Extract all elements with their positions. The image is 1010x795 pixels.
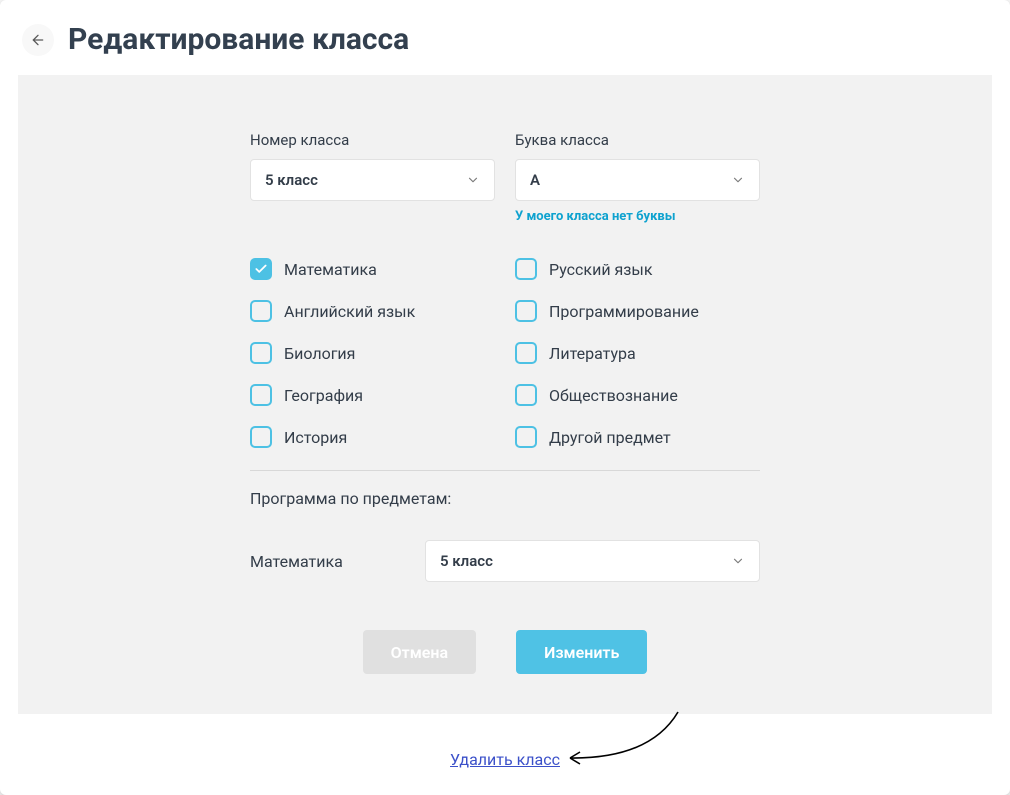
subject-label: Другой предмет xyxy=(549,428,671,447)
class-number-select[interactable]: 5 класс xyxy=(250,159,495,201)
subjects-grid: Математика Русский язык Английский язык Про… xyxy=(250,258,760,448)
divider xyxy=(250,470,760,471)
checkbox-box xyxy=(250,342,272,364)
arrow-left-icon xyxy=(30,32,46,48)
page: Редактирование класса Номер класса 5 кла… xyxy=(0,0,1010,795)
delete-class-link[interactable]: Удалить класс xyxy=(450,750,560,769)
subject-checkbox-programming[interactable]: Программирование xyxy=(515,300,760,322)
back-button[interactable] xyxy=(22,24,54,56)
no-letter-link[interactable]: У моего класса нет буквы xyxy=(515,209,760,224)
subject-label: Русский язык xyxy=(549,260,653,279)
checkbox-box xyxy=(250,384,272,406)
program-rows: Математика 5 класс xyxy=(250,540,760,582)
subject-checkbox-geography[interactable]: География xyxy=(250,384,495,406)
checkbox-box xyxy=(250,258,272,280)
subject-label: Обществознание xyxy=(549,386,678,405)
submit-button[interactable]: Изменить xyxy=(516,630,647,674)
subject-checkbox-social[interactable]: Обществознание xyxy=(515,384,760,406)
program-level-select[interactable]: 5 класс xyxy=(425,540,760,582)
form-actions: Отмена Изменить xyxy=(250,630,760,674)
checkbox-box xyxy=(515,384,537,406)
checkbox-box xyxy=(515,342,537,364)
subject-checkbox-literature[interactable]: Литература xyxy=(515,342,760,364)
class-number-value: 5 класс xyxy=(265,171,318,189)
class-fields-row: Номер класса 5 класс Буква класса А xyxy=(250,131,760,224)
subject-checkbox-russian[interactable]: Русский язык xyxy=(515,258,760,280)
program-level-value: 5 класс xyxy=(440,552,493,570)
cancel-button[interactable]: Отмена xyxy=(363,630,476,674)
class-number-field: Номер класса 5 класс xyxy=(250,131,495,224)
form-panel: Номер класса 5 класс Буква класса А xyxy=(18,75,992,714)
class-letter-label: Буква класса xyxy=(515,131,760,149)
class-number-label: Номер класса xyxy=(250,131,495,149)
page-title: Редактирование класса xyxy=(68,22,409,57)
checkbox-box xyxy=(515,258,537,280)
class-letter-select[interactable]: А xyxy=(515,159,760,201)
annotation-arrow-icon xyxy=(560,704,690,774)
program-subject-label: Математика xyxy=(250,552,405,571)
subject-label: История xyxy=(284,428,347,447)
subject-label: География xyxy=(284,386,363,405)
chevron-down-icon xyxy=(731,173,745,187)
subject-label: Английский язык xyxy=(284,302,415,321)
form-inner: Номер класса 5 класс Буква класса А xyxy=(250,131,760,674)
subject-label: Программирование xyxy=(549,302,699,321)
checkbox-box xyxy=(250,426,272,448)
subject-checkbox-biology[interactable]: Биология xyxy=(250,342,495,364)
checkbox-box xyxy=(515,426,537,448)
program-row: Математика 5 класс xyxy=(250,540,760,582)
subject-label: Биология xyxy=(284,344,355,363)
delete-area: Удалить класс xyxy=(0,750,1010,769)
subject-label: Литература xyxy=(549,344,636,363)
subject-label: Математика xyxy=(284,260,377,279)
page-header: Редактирование класса xyxy=(0,0,1010,75)
subject-checkbox-other[interactable]: Другой предмет xyxy=(515,426,760,448)
subject-checkbox-history[interactable]: История xyxy=(250,426,495,448)
program-section-title: Программа по предметам: xyxy=(250,489,760,508)
subject-checkbox-english[interactable]: Английский язык xyxy=(250,300,495,322)
class-letter-value: А xyxy=(530,171,540,189)
check-icon xyxy=(254,262,268,276)
chevron-down-icon xyxy=(466,173,480,187)
chevron-down-icon xyxy=(731,554,745,568)
subject-checkbox-math[interactable]: Математика xyxy=(250,258,495,280)
checkbox-box xyxy=(515,300,537,322)
checkbox-box xyxy=(250,300,272,322)
class-letter-field: Буква класса А У моего класса нет буквы xyxy=(515,131,760,224)
